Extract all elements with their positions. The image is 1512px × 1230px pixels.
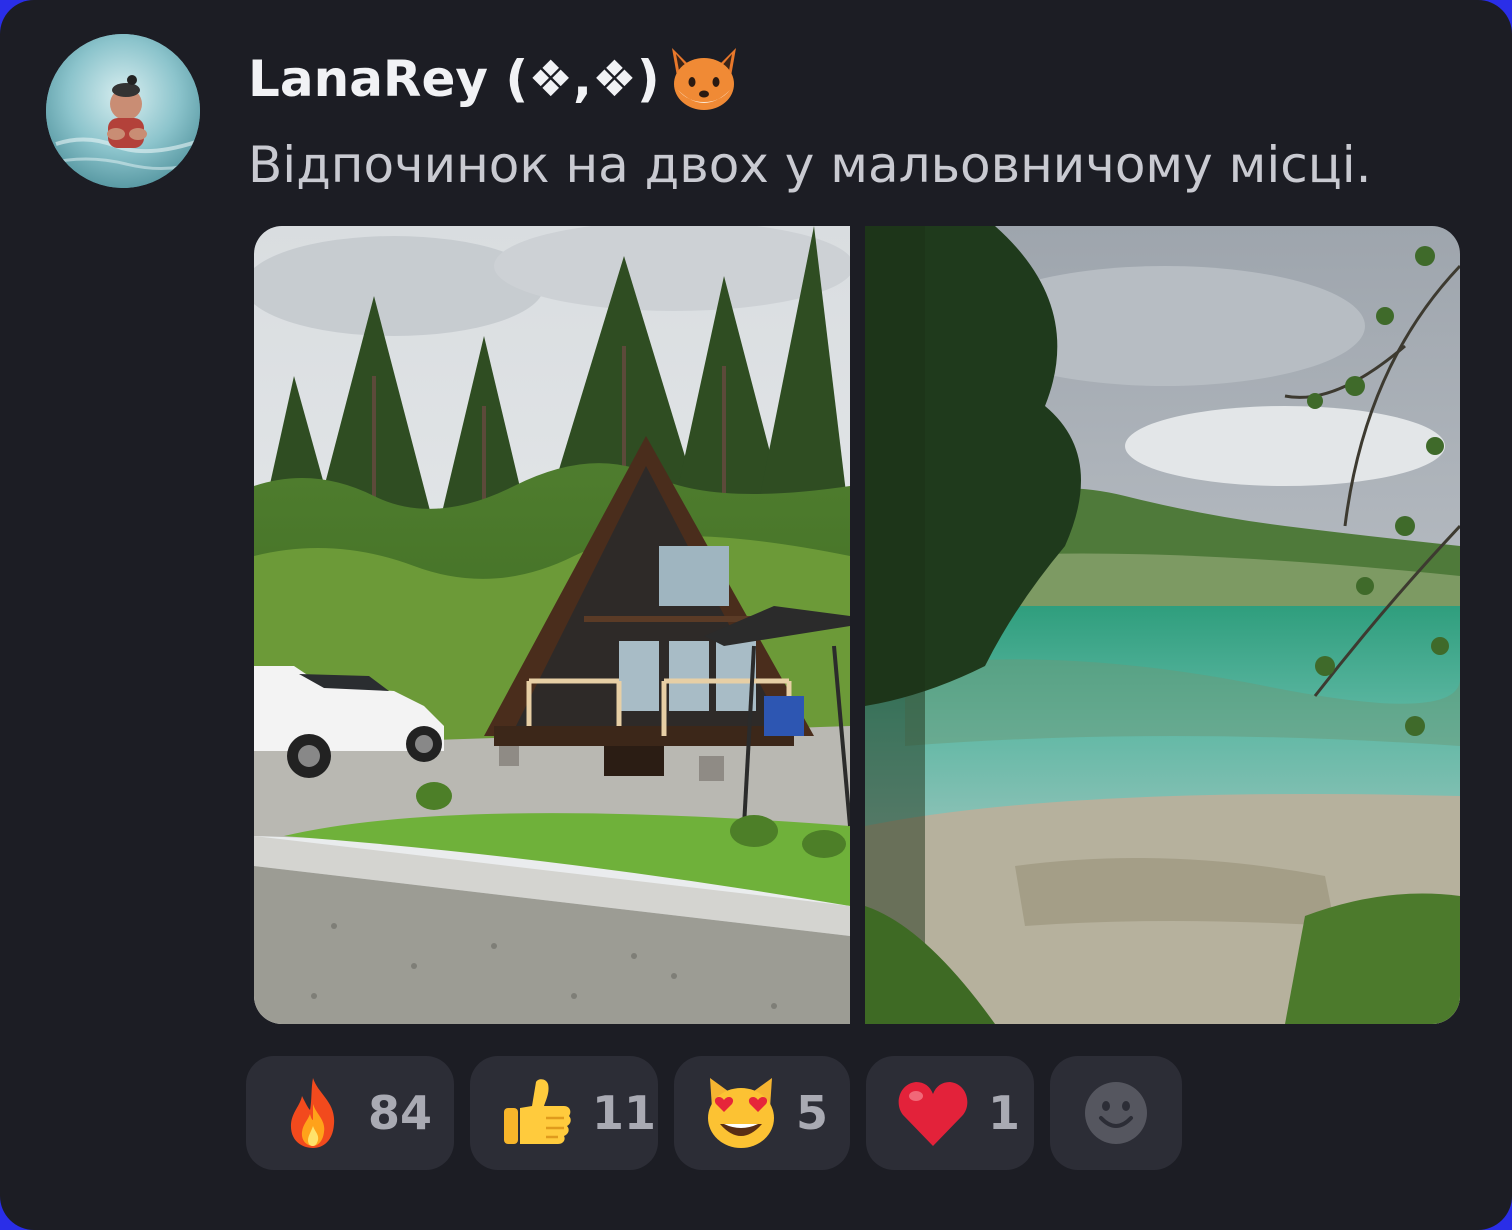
smiley-add-reaction-icon <box>1083 1080 1149 1146</box>
reaction-heart-eyes-cat[interactable]: 5 <box>674 1056 850 1170</box>
reaction-count: 11 <box>592 1086 657 1140</box>
reaction-fire[interactable]: 84 <box>246 1056 454 1170</box>
turquoise-lake-photo[interactable] <box>865 226 1460 1024</box>
author-name[interactable]: LanaRey (❖,❖) <box>248 44 744 114</box>
avatar[interactable] <box>46 34 200 188</box>
message-text: Відпочинок на двох у мальовничому місці. <box>248 136 1372 194</box>
heart-eyes-cat-emoji <box>702 1074 780 1152</box>
author-name-text: LanaRey (❖,❖) <box>248 50 660 108</box>
reaction-red-heart[interactable]: 1 <box>866 1056 1034 1170</box>
reaction-count: 1 <box>988 1086 1021 1140</box>
a-frame-cabin-photo[interactable] <box>254 226 850 1024</box>
reaction-count: 5 <box>796 1086 829 1140</box>
reaction-count: 84 <box>368 1086 433 1140</box>
add-reaction-button[interactable] <box>1050 1056 1182 1170</box>
reaction-thumbs-up[interactable]: 11 <box>470 1056 658 1170</box>
fire-emoji <box>274 1074 352 1152</box>
thumbs-up-emoji <box>498 1074 576 1152</box>
red-heart-emoji <box>894 1074 972 1152</box>
message-card: LanaRey (❖,❖) Відпочинок на двох у мальо… <box>0 0 1512 1230</box>
avatar-image <box>46 34 200 188</box>
fox-face-icon <box>664 44 744 114</box>
reactions-bar: 84 11 5 1 <box>246 1056 1182 1170</box>
